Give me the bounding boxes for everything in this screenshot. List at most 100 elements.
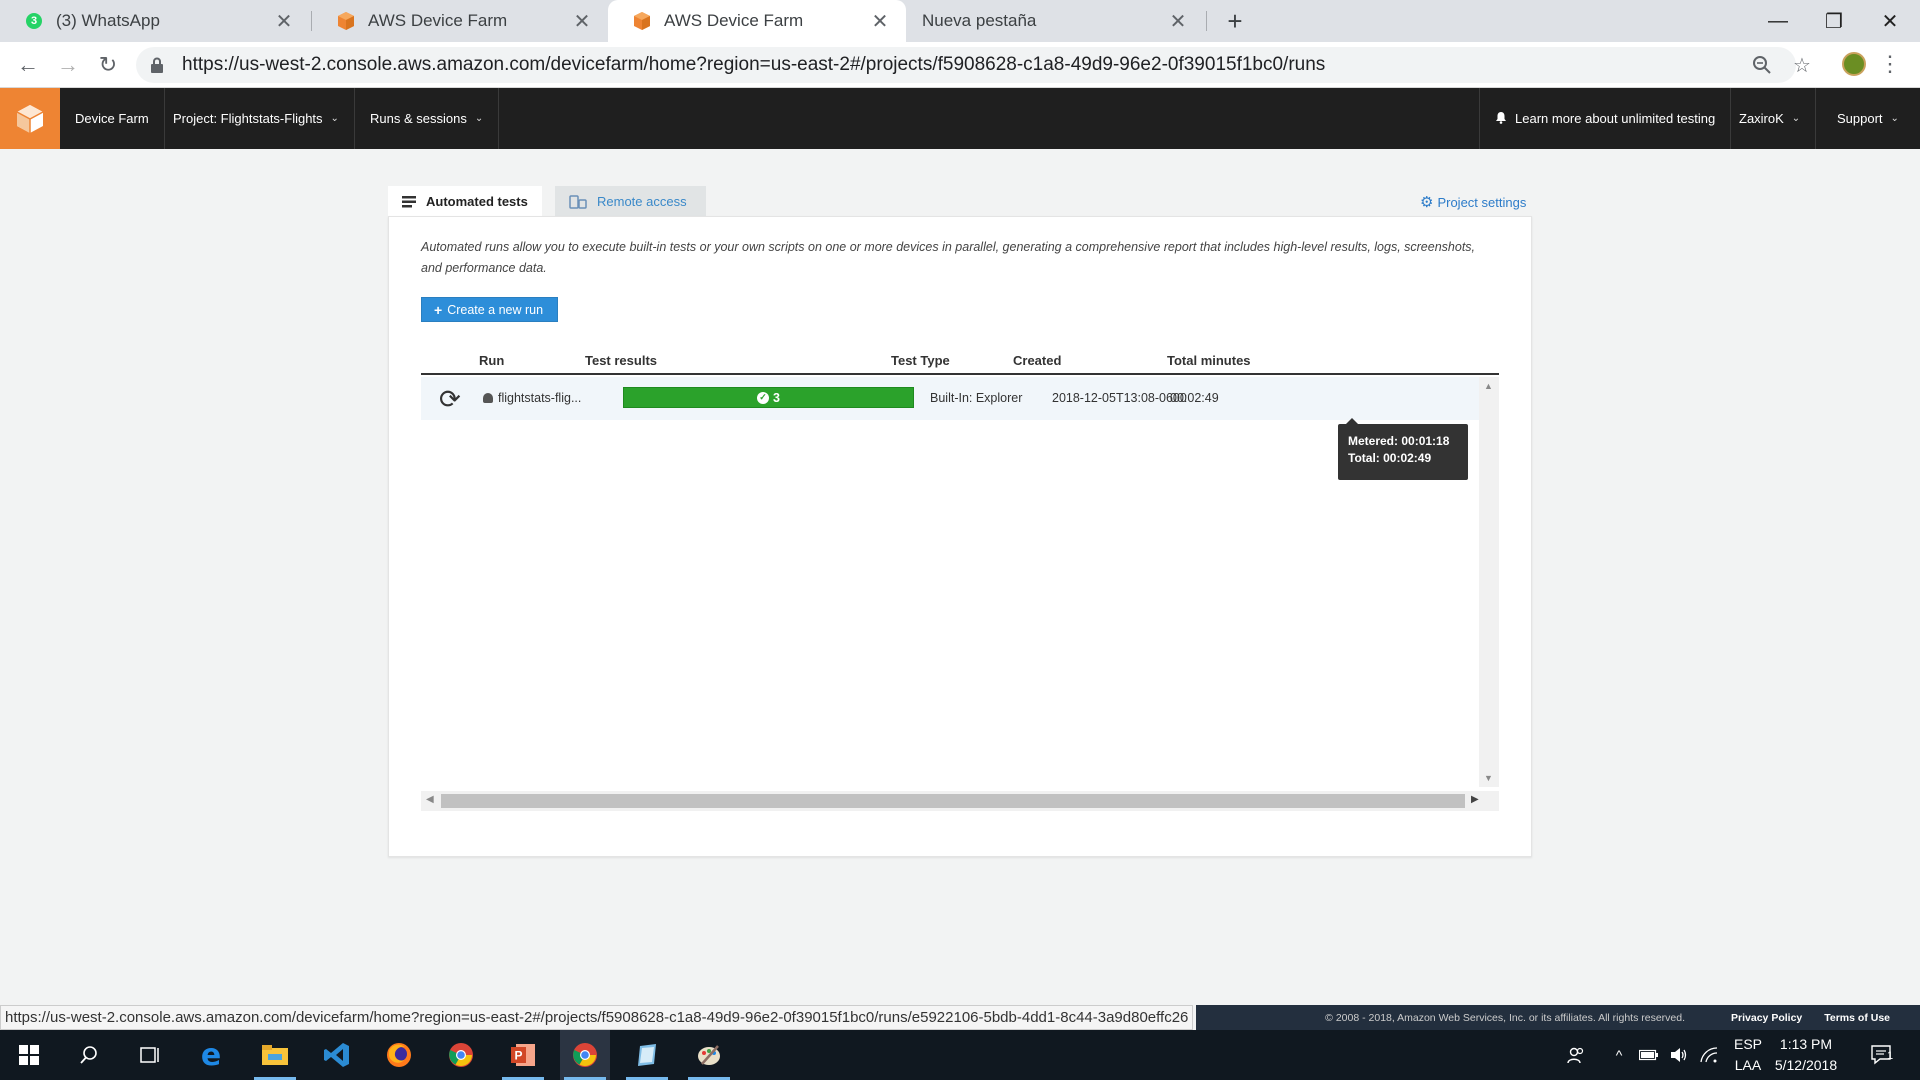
forward-button[interactable]: →: [52, 49, 84, 81]
tab-title: Nueva pestaña: [922, 11, 1037, 30]
terms-of-use-link[interactable]: Terms of Use: [1824, 1012, 1890, 1024]
total-minutes-cell[interactable]: 00:02:49: [1170, 391, 1219, 405]
list-icon: [402, 195, 416, 208]
copyright-text: © 2008 - 2018, Amazon Web Services, Inc.…: [1325, 1011, 1686, 1024]
project-settings-link[interactable]: ⚙ Project settings: [1420, 193, 1526, 211]
nav-learn-more[interactable]: Learn more about unlimited testing: [1479, 88, 1732, 149]
browser-tab-strip: 3 (3) WhatsApp ✕ AWS Device Farm ✕ AWS D…: [0, 0, 1920, 42]
profile-avatar[interactable]: [1842, 52, 1866, 76]
volume-icon[interactable]: [1666, 1030, 1692, 1080]
scroll-down-icon[interactable]: ▼: [1484, 773, 1493, 783]
scroll-right-icon[interactable]: ▶: [1471, 794, 1479, 805]
nav-label: Support: [1837, 111, 1883, 126]
aws-top-nav: Device Farm Project: Flightstats-Flights…: [0, 88, 1920, 149]
wifi-icon[interactable]: [1696, 1030, 1722, 1080]
browser-tab-whatsapp[interactable]: 3 (3) WhatsApp ✕: [0, 0, 310, 42]
run-name-cell[interactable]: flightstats-flig...: [483, 391, 581, 405]
firefox-icon[interactable]: [374, 1030, 424, 1080]
chrome-icon[interactable]: [436, 1030, 486, 1080]
aws-logo-icon[interactable]: [0, 88, 60, 149]
nav-project-dropdown[interactable]: Project: Flightstats-Flights ⌄: [158, 88, 355, 149]
tooltip-metered: Metered: 00:01:18: [1348, 434, 1450, 448]
clock[interactable]: 1:13 PM 5/12/2018: [1766, 1034, 1846, 1076]
minutes-tooltip: Metered: 00:01:18 Total: 00:02:49: [1338, 418, 1468, 480]
notification-count: 1: [1887, 1050, 1894, 1062]
scroll-up-icon[interactable]: ▲: [1484, 381, 1493, 391]
link-label: Project settings: [1437, 194, 1527, 210]
close-tab-icon[interactable]: ✕: [570, 9, 594, 33]
reload-button[interactable]: ↻: [92, 49, 124, 81]
tab-automated-tests[interactable]: Automated tests: [388, 186, 542, 217]
restore-button[interactable]: ❐: [1806, 0, 1862, 42]
nav-user-dropdown[interactable]: ZaxiroK ⌄: [1724, 88, 1817, 149]
minimize-button[interactable]: —: [1750, 0, 1806, 42]
show-hidden-icons-icon[interactable]: ^: [1606, 1030, 1632, 1080]
tab-remote-access[interactable]: Remote access: [555, 186, 706, 217]
zoom-icon[interactable]: [1746, 49, 1778, 81]
description-text: Automated runs allow you to execute buil…: [421, 240, 1476, 275]
paint-icon[interactable]: [684, 1030, 734, 1080]
create-run-button[interactable]: + Create a new run: [421, 297, 559, 322]
notifications-icon[interactable]: 1: [1862, 1030, 1902, 1080]
windows-start-icon[interactable]: [4, 1030, 54, 1080]
people-icon[interactable]: [1560, 1030, 1592, 1080]
passed-count: 3: [773, 390, 780, 405]
status-bar-url: https://us-west-2.console.aws.amazon.com…: [0, 1005, 1194, 1030]
language-indicator[interactable]: ESP LAA: [1728, 1034, 1768, 1076]
table-row[interactable]: ⟳ flightstats-flig... ✓ 3 Built-In: Expl…: [421, 377, 1479, 420]
header-test-type[interactable]: Test Type: [891, 353, 950, 368]
header-created[interactable]: Created: [1013, 353, 1061, 368]
scroll-left-icon[interactable]: ◀: [426, 794, 434, 805]
browser-tab-aws-1[interactable]: AWS Device Farm ✕: [312, 0, 608, 42]
close-tab-icon[interactable]: ✕: [272, 9, 296, 33]
tab-title: (3) WhatsApp: [56, 11, 160, 30]
scroll-thumb[interactable]: [441, 794, 1465, 808]
nav-label: ZaxiroK: [1739, 111, 1784, 126]
test-results-bar[interactable]: ✓ 3: [623, 387, 914, 408]
chevron-down-icon: ⌄: [1791, 113, 1801, 124]
bell-icon: [1495, 111, 1507, 127]
vscode-icon[interactable]: [312, 1030, 362, 1080]
lock-icon: [150, 56, 168, 74]
edge-icon[interactable]: e: [186, 1030, 236, 1080]
clock-time: 1:13 PM: [1779, 1036, 1833, 1052]
nav-label: Learn more about unlimited testing: [1515, 111, 1716, 126]
horizontal-scrollbar[interactable]: ◀ ▶: [421, 791, 1499, 811]
close-window-button[interactable]: ✕: [1862, 0, 1918, 42]
chrome-running-icon[interactable]: [560, 1030, 610, 1080]
refresh-icon[interactable]: ⟳: [439, 385, 469, 413]
task-view-icon[interactable]: [124, 1030, 174, 1080]
close-tab-icon[interactable]: ✕: [1166, 9, 1190, 33]
back-button[interactable]: ←: [12, 49, 44, 81]
browser-tab-new[interactable]: Nueva pestaña ✕: [908, 0, 1204, 42]
vertical-scrollbar[interactable]: ▲ ▼: [1479, 377, 1499, 787]
nav-support-dropdown[interactable]: Support ⌄: [1822, 88, 1914, 149]
tab-title: AWS Device Farm: [664, 11, 804, 30]
header-test-results[interactable]: Test results: [585, 353, 657, 368]
created-cell: 2018-12-05T13:08-0600: [1052, 391, 1187, 405]
gear-icon: ⚙: [1420, 194, 1434, 211]
browser-tab-aws-active[interactable]: AWS Device Farm ✕: [608, 0, 906, 42]
aws-icon: [336, 11, 356, 31]
tab-title: AWS Device Farm: [368, 11, 508, 30]
nav-device-farm[interactable]: Device Farm: [60, 88, 165, 149]
star-icon[interactable]: ☆: [1786, 49, 1818, 81]
privacy-policy-link[interactable]: Privacy Policy: [1731, 1012, 1802, 1024]
new-tab-button[interactable]: +: [1220, 6, 1250, 36]
address-bar[interactable]: https://us-west-2.console.aws.amazon.com…: [136, 47, 1796, 83]
file-explorer-icon[interactable]: [250, 1030, 300, 1080]
powerpoint-icon[interactable]: P: [498, 1030, 548, 1080]
android-icon: [483, 393, 493, 403]
notes-app-icon[interactable]: [622, 1030, 672, 1080]
header-run[interactable]: Run: [479, 353, 504, 368]
close-tab-icon[interactable]: ✕: [868, 9, 892, 33]
browser-menu-icon[interactable]: ⋮: [1879, 50, 1901, 78]
battery-icon[interactable]: [1636, 1030, 1662, 1080]
plus-icon: +: [434, 301, 443, 318]
search-icon[interactable]: [64, 1030, 114, 1080]
whatsapp-icon: 3: [24, 11, 44, 31]
header-total-minutes[interactable]: Total minutes: [1167, 353, 1251, 368]
automated-runs-panel: Automated runs allow you to execute buil…: [388, 216, 1532, 857]
tab-label: Remote access: [597, 194, 687, 209]
nav-runs-dropdown[interactable]: Runs & sessions ⌄: [355, 88, 500, 149]
